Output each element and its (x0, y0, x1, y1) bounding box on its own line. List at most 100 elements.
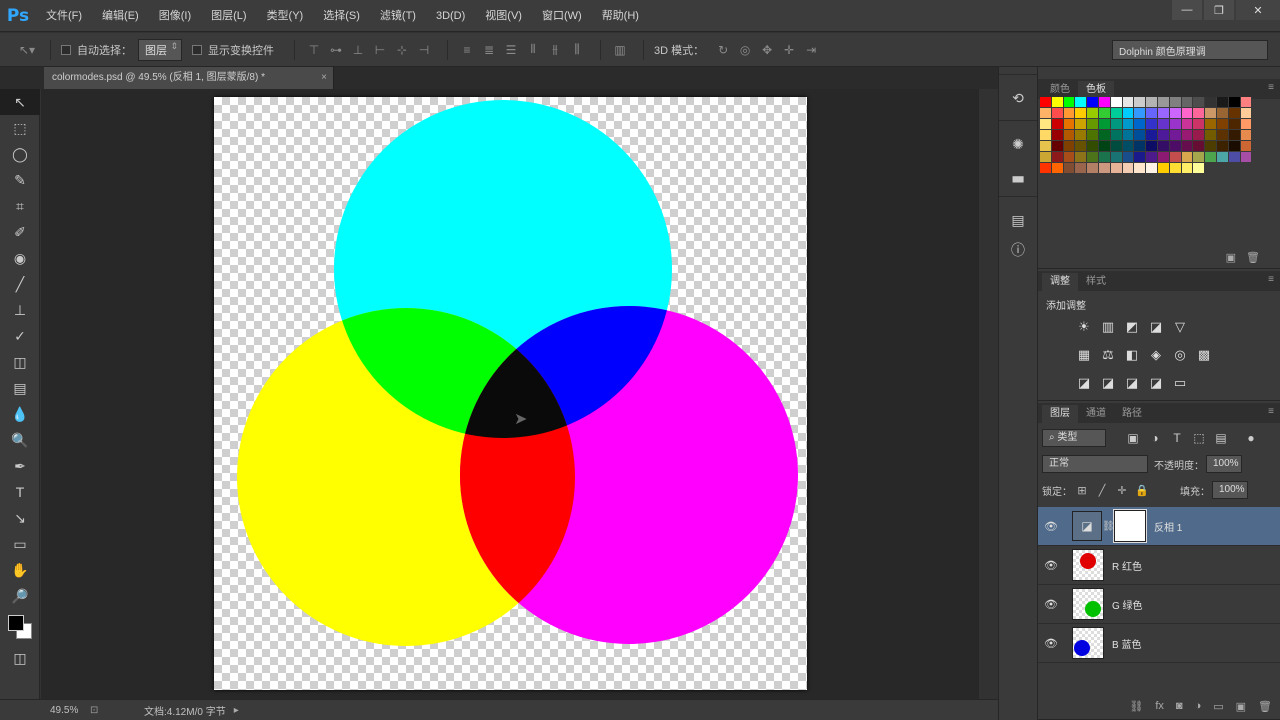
tab-channels[interactable]: 通道 (1078, 405, 1114, 423)
filter-shape-icon[interactable]: ⬚ (1188, 431, 1210, 445)
move-tool-icon[interactable]: ↖ (0, 89, 40, 115)
color-swatch[interactable] (1134, 97, 1147, 108)
color-swatch[interactable] (1063, 163, 1076, 174)
auto-select-dropdown[interactable]: 图层 (138, 38, 182, 61)
color-swatch[interactable] (1098, 108, 1111, 119)
color-swatch[interactable] (1134, 141, 1147, 152)
align-bottom-icon[interactable]: ⊥ (349, 41, 367, 59)
color-swatch[interactable] (1098, 119, 1111, 130)
lock-all-icon[interactable]: 🔒 (1132, 484, 1152, 497)
menu-type[interactable]: 类型(Y) (257, 0, 314, 32)
color-swatch[interactable] (1087, 141, 1099, 152)
color-swatch[interactable] (1051, 141, 1064, 152)
color-swatch[interactable] (1240, 119, 1253, 130)
color-swatch[interactable] (1122, 141, 1135, 152)
eyedropper-tool-icon[interactable]: ✐ (0, 219, 40, 245)
color-swatch[interactable] (1157, 152, 1170, 163)
tab-styles[interactable]: 样式 (1078, 273, 1114, 291)
color-swatch[interactable] (1169, 119, 1182, 130)
new-layer-icon[interactable]: ▣ (1236, 700, 1246, 713)
color-swatch[interactable] (1193, 108, 1206, 119)
color-swatch[interactable] (1134, 108, 1147, 119)
color-swatch[interactable] (1228, 119, 1241, 130)
align-top-icon[interactable]: ⊤ (305, 41, 323, 59)
lock-pixels-icon[interactable]: ╱ (1092, 484, 1112, 497)
color-balance-icon[interactable]: ⚖ (1096, 345, 1120, 365)
panel-menu-icon[interactable]: ≡ (1268, 274, 1274, 285)
layer-invert[interactable]: 👁 ◪ ⛓ 反相 1 (1038, 507, 1280, 546)
pen-tool-icon[interactable]: ✒ (0, 453, 40, 479)
color-swatch[interactable] (1063, 152, 1076, 163)
color-swatch[interactable] (1205, 97, 1217, 108)
color-swatch[interactable] (1051, 108, 1064, 119)
color-swatch[interactable] (1193, 152, 1206, 163)
show-transform-option[interactable]: 显示变换控件 (192, 42, 274, 58)
roll-3d-icon[interactable]: ◎ (736, 41, 754, 59)
menu-window[interactable]: 窗口(W) (532, 0, 592, 32)
color-swatch[interactable] (1181, 97, 1194, 108)
levels-icon[interactable]: ▥ (1096, 317, 1120, 337)
move-tool-preset-icon[interactable]: ↖▾ (18, 41, 36, 59)
info-panel-icon[interactable]: ⓘ (999, 235, 1037, 265)
color-swatch[interactable] (1122, 108, 1135, 119)
color-swatch[interactable] (1087, 97, 1099, 108)
eraser-tool-icon[interactable]: ◫ (0, 349, 40, 375)
color-swatch[interactable] (1098, 152, 1111, 163)
tab-paths[interactable]: 路径 (1114, 405, 1150, 423)
color-swatch[interactable] (1040, 163, 1052, 174)
color-swatch[interactable] (1075, 163, 1088, 174)
show-transform-checkbox[interactable] (192, 44, 202, 55)
crop-tool-icon[interactable]: ⌗ (0, 193, 40, 219)
menu-view[interactable]: 视图(V) (475, 0, 532, 32)
color-swatch[interactable] (1134, 130, 1147, 141)
lasso-tool-icon[interactable]: ◯ (0, 141, 40, 167)
color-swatch[interactable] (1205, 152, 1217, 163)
color-swatch[interactable] (1075, 97, 1088, 108)
color-swatch[interactable] (1063, 108, 1076, 119)
color-swatch[interactable] (1205, 108, 1217, 119)
color-swatch[interactable] (1240, 108, 1253, 119)
fill-input[interactable]: 100% (1212, 481, 1248, 499)
color-swatch[interactable] (1063, 141, 1076, 152)
color-swatch[interactable] (1228, 130, 1241, 141)
link-icon[interactable]: ⛓ (1102, 521, 1115, 532)
menu-select[interactable]: 选择(S) (313, 0, 370, 32)
color-swatch[interactable] (1146, 119, 1158, 130)
stamp-tool-icon[interactable]: ⊥ (0, 297, 40, 323)
color-swatch[interactable] (1040, 108, 1052, 119)
workspace-dropdown[interactable]: Dolphin 颜色原理调 (1112, 40, 1268, 60)
color-swatch[interactable] (1240, 152, 1253, 163)
color-swatch[interactable] (1228, 97, 1241, 108)
panel-menu-icon[interactable]: ≡ (1268, 406, 1274, 417)
add-mask-icon[interactable]: ◙ (1176, 700, 1183, 712)
menu-file[interactable]: 文件(F) (36, 0, 92, 32)
color-swatch[interactable] (1098, 130, 1111, 141)
color-swatch[interactable] (1110, 119, 1123, 130)
color-swatch[interactable] (1169, 108, 1182, 119)
quick-mask-icon[interactable]: ◫ (0, 645, 40, 671)
auto-select-checkbox[interactable] (61, 44, 71, 55)
color-swatch[interactable] (1216, 141, 1229, 152)
layer-green[interactable]: 👁 G 绿色 (1038, 585, 1280, 624)
color-swatch[interactable] (1157, 97, 1170, 108)
color-swatch[interactable] (1228, 141, 1241, 152)
color-swatch[interactable] (1146, 108, 1158, 119)
color-swatch[interactable] (1205, 130, 1217, 141)
delete-layer-icon[interactable]: 🗑 (1258, 700, 1272, 713)
color-swatch[interactable] (1169, 163, 1182, 174)
color-swatch[interactable] (1110, 97, 1123, 108)
hand-tool-icon[interactable]: ✋ (0, 557, 40, 583)
layer-style-icon[interactable]: fx (1155, 700, 1164, 712)
color-swatch[interactable] (1134, 152, 1147, 163)
type-tool-icon[interactable]: T (0, 479, 40, 505)
scale-3d-icon[interactable]: ⇥ (802, 41, 820, 59)
canvas-area[interactable]: ➤ (41, 89, 979, 699)
color-swatch[interactable] (1122, 163, 1135, 174)
color-swatch[interactable] (1216, 97, 1229, 108)
color-swatch[interactable] (1110, 141, 1123, 152)
color-swatch[interactable] (1157, 108, 1170, 119)
selective-color-icon[interactable]: ▭ (1168, 373, 1192, 393)
color-swatch[interactable] (1193, 141, 1206, 152)
color-lookup-icon[interactable]: ▩ (1192, 345, 1216, 365)
menu-layer[interactable]: 图层(L) (201, 0, 256, 32)
